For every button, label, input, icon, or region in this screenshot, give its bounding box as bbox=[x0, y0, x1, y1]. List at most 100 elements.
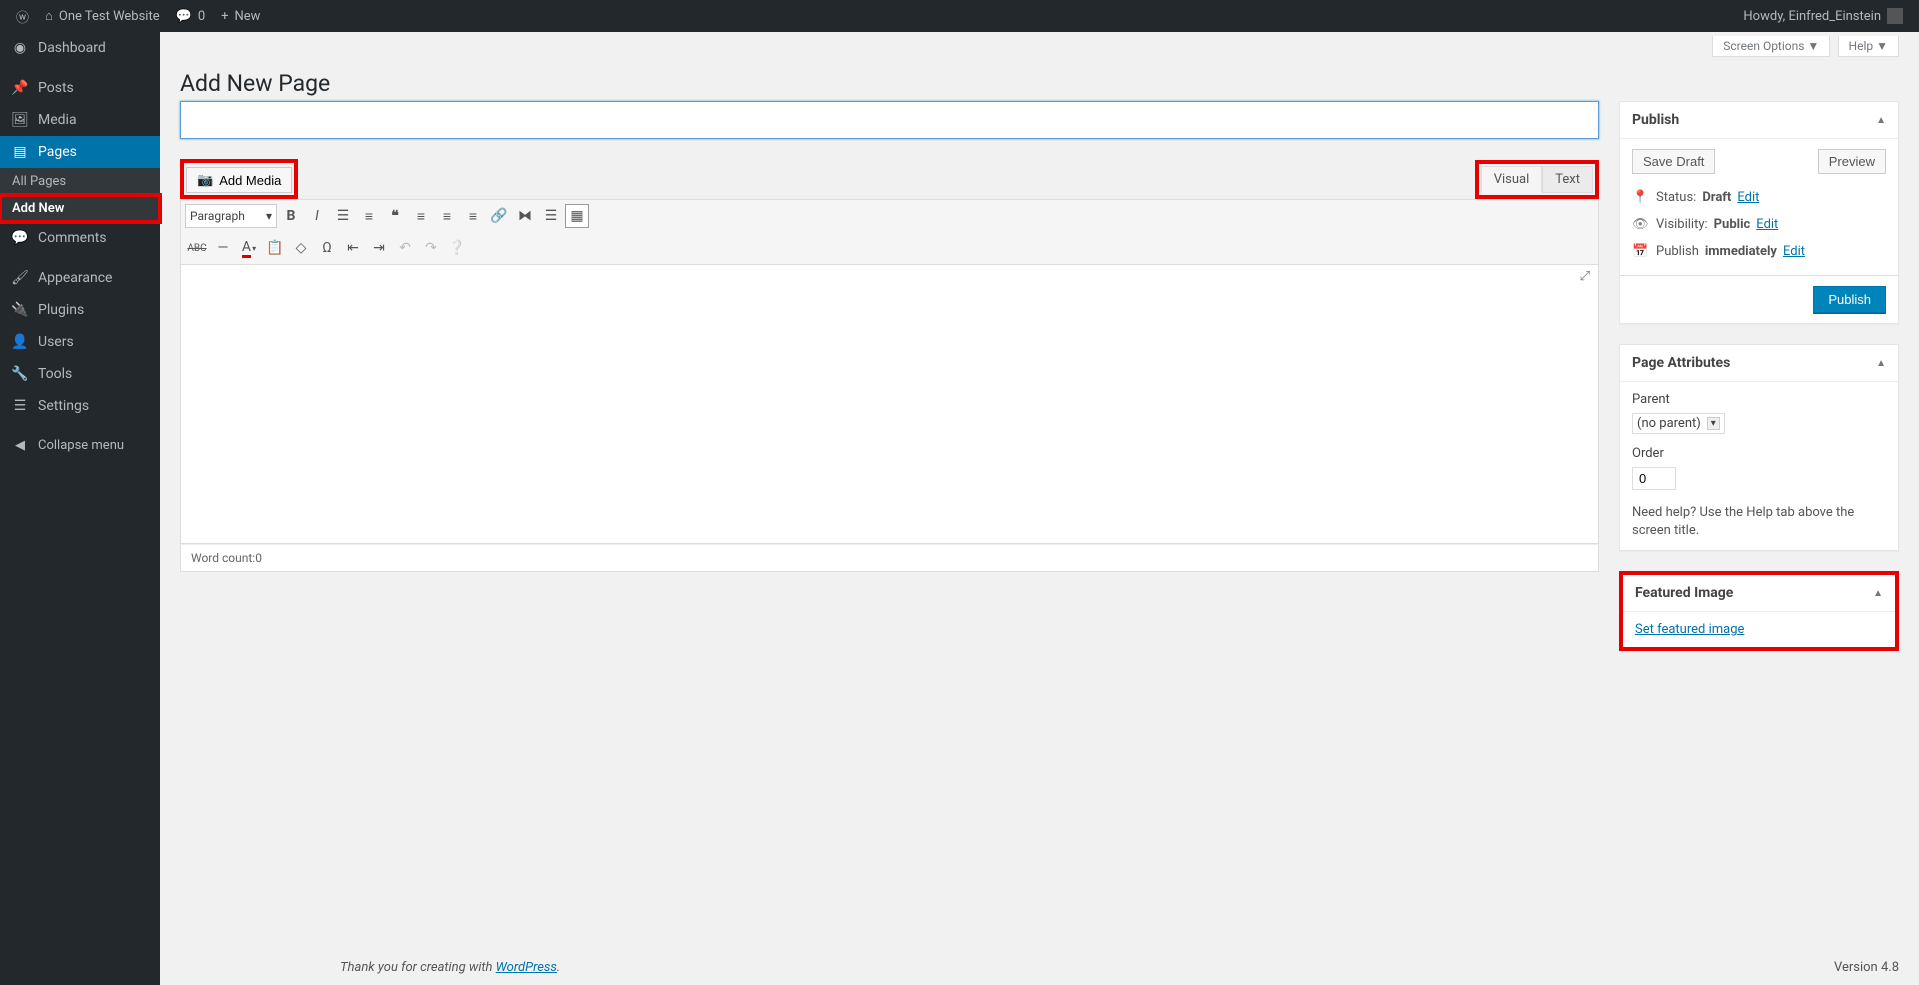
editor-toolbar-row2: ABC — A▾ 📋 ◇ Ω ⇤ ⇥ ↶ ↷ ❔ bbox=[180, 232, 1599, 264]
menu-pages[interactable]: ▤Pages bbox=[0, 136, 160, 168]
word-count-value: 0 bbox=[255, 551, 262, 565]
comments-link[interactable]: 💬0 bbox=[168, 0, 214, 32]
chevron-down-icon: ▾ bbox=[1707, 417, 1720, 430]
special-char-button[interactable]: Ω bbox=[315, 236, 339, 260]
parent-label: Parent bbox=[1632, 392, 1886, 407]
comment-icon: 💬 bbox=[10, 230, 30, 246]
fullscreen-icon[interactable]: ⤢ bbox=[1580, 269, 1590, 284]
menu-posts[interactable]: 📌Posts bbox=[0, 72, 160, 104]
wordpress-link[interactable]: WordPress bbox=[496, 960, 557, 975]
edit-date-link[interactable]: Edit bbox=[1783, 244, 1805, 259]
help-tab[interactable]: Help ▼ bbox=[1838, 36, 1899, 57]
user-icon: 👤 bbox=[10, 334, 30, 350]
collapse-menu[interactable]: ◀Collapse menu bbox=[0, 430, 160, 461]
word-count-label: Word count: bbox=[191, 551, 255, 565]
blockquote-button[interactable]: ❝ bbox=[383, 204, 407, 228]
key-icon: 📍 bbox=[1632, 190, 1650, 205]
collapse-icon: ◀ bbox=[10, 438, 30, 453]
undo-button[interactable]: ↶ bbox=[393, 236, 417, 260]
plug-icon: 🔌 bbox=[10, 302, 30, 318]
keyboard-help-button[interactable]: ❔ bbox=[445, 236, 469, 260]
menu-settings[interactable]: ☰Settings bbox=[0, 390, 160, 422]
editor-footer: Word count: 0 bbox=[180, 544, 1599, 572]
submenu-add-new[interactable]: Add New bbox=[0, 195, 160, 222]
menu-plugins[interactable]: 🔌Plugins bbox=[0, 294, 160, 326]
align-right-button[interactable]: ≡ bbox=[461, 204, 485, 228]
dashboard-icon: ◉ bbox=[10, 40, 30, 56]
paste-text-button[interactable]: 📋 bbox=[263, 236, 287, 260]
outdent-button[interactable]: ⇤ bbox=[341, 236, 365, 260]
page-title: Add New Page bbox=[180, 61, 1899, 101]
publish-postbox: Publish▲ Save Draft Preview 📍 Status: Dr… bbox=[1619, 101, 1899, 324]
menu-appearance[interactable]: 🖌Appearance bbox=[0, 262, 160, 294]
align-center-button[interactable]: ≡ bbox=[435, 204, 459, 228]
toggle-panel-icon[interactable]: ▲ bbox=[1873, 588, 1883, 599]
page-attributes-postbox: Page Attributes▲ Parent (no parent) ▾ Or… bbox=[1619, 344, 1899, 551]
bullet-list-button[interactable]: ☰ bbox=[331, 204, 355, 228]
media-icon: 🖼 bbox=[10, 112, 30, 128]
howdy-text: Howdy, Einfred_Einstein bbox=[1743, 9, 1881, 24]
page-attributes-heading: Page Attributes▲ bbox=[1620, 345, 1898, 382]
camera-icon: 📷 bbox=[197, 172, 213, 188]
menu-tools[interactable]: 🔧Tools bbox=[0, 358, 160, 390]
strikethrough-button[interactable]: ABC bbox=[185, 236, 209, 260]
editor-tab-visual[interactable]: Visual bbox=[1481, 166, 1543, 193]
align-left-button[interactable]: ≡ bbox=[409, 204, 433, 228]
publish-button[interactable]: Publish bbox=[1813, 286, 1886, 313]
link-button[interactable]: 🔗 bbox=[487, 204, 511, 228]
featured-image-postbox: Featured Image▲ Set featured image bbox=[1619, 571, 1899, 651]
parent-select[interactable]: (no parent) ▾ bbox=[1632, 413, 1725, 434]
read-more-button[interactable]: ☰ bbox=[539, 204, 563, 228]
toolbar-toggle-button[interactable]: ▦ bbox=[565, 204, 589, 228]
brush-icon: 🖌 bbox=[10, 270, 30, 286]
clear-formatting-button[interactable]: ◇ bbox=[289, 236, 313, 260]
editor-tab-text[interactable]: Text bbox=[1542, 166, 1593, 193]
eye-icon: 👁 bbox=[1632, 217, 1650, 232]
bold-button[interactable]: B bbox=[279, 204, 303, 228]
preview-button[interactable]: Preview bbox=[1818, 149, 1886, 174]
unlink-button[interactable]: ⧓ bbox=[513, 204, 537, 228]
redo-button[interactable]: ↷ bbox=[419, 236, 443, 260]
site-link[interactable]: ⌂ One Test Website bbox=[37, 0, 168, 32]
publish-date-row: 📅 Publish immediately Edit bbox=[1632, 238, 1886, 265]
order-input[interactable] bbox=[1632, 467, 1676, 490]
menu-dashboard[interactable]: ◉Dashboard bbox=[0, 32, 160, 64]
hr-button[interactable]: — bbox=[211, 236, 235, 260]
comment-icon: 💬 bbox=[176, 9, 192, 24]
pages-submenu: All Pages Add New bbox=[0, 168, 160, 222]
user-greeting[interactable]: Howdy, Einfred_Einstein bbox=[1735, 0, 1911, 32]
home-icon: ⌂ bbox=[45, 8, 53, 24]
page-attr-help: Need help? Use the Help tab above the sc… bbox=[1632, 504, 1886, 540]
number-list-button[interactable]: ≡ bbox=[357, 204, 381, 228]
edit-status-link[interactable]: Edit bbox=[1737, 190, 1759, 205]
format-select[interactable]: Paragraph▾ bbox=[185, 204, 277, 228]
site-name: One Test Website bbox=[59, 9, 160, 24]
edit-visibility-link[interactable]: Edit bbox=[1756, 217, 1778, 232]
wp-logo[interactable]: ⓦ bbox=[8, 0, 37, 32]
order-label: Order bbox=[1632, 446, 1886, 461]
main-content: Screen Options ▼ Help ▼ Add New Page 📷Ad… bbox=[160, 32, 1919, 985]
admin-bar: ⓦ ⌂ One Test Website 💬0 +New Howdy, Einfr… bbox=[0, 0, 1919, 32]
chevron-down-icon: ▾ bbox=[266, 209, 272, 223]
new-content[interactable]: +New bbox=[213, 0, 268, 32]
add-media-button[interactable]: 📷Add Media bbox=[186, 167, 292, 193]
toggle-panel-icon[interactable]: ▲ bbox=[1876, 358, 1886, 369]
text-color-button[interactable]: A▾ bbox=[237, 236, 261, 260]
screen-options-tab[interactable]: Screen Options ▼ bbox=[1712, 36, 1830, 57]
menu-comments[interactable]: 💬Comments bbox=[0, 222, 160, 254]
publish-heading: Publish▲ bbox=[1620, 102, 1898, 139]
version-text: Version 4.8 bbox=[1834, 960, 1899, 975]
toggle-panel-icon[interactable]: ▲ bbox=[1876, 115, 1886, 126]
featured-image-heading: Featured Image▲ bbox=[1623, 575, 1895, 612]
menu-media[interactable]: 🖼Media bbox=[0, 104, 160, 136]
save-draft-button[interactable]: Save Draft bbox=[1632, 149, 1715, 174]
screen-meta-links: Screen Options ▼ Help ▼ bbox=[180, 32, 1899, 61]
editor-content-area[interactable]: ⤢ bbox=[180, 264, 1599, 544]
menu-users[interactable]: 👤Users bbox=[0, 326, 160, 358]
set-featured-image-link[interactable]: Set featured image bbox=[1635, 622, 1744, 637]
wrench-icon: 🔧 bbox=[10, 366, 30, 382]
post-title-input[interactable] bbox=[180, 101, 1599, 139]
indent-button[interactable]: ⇥ bbox=[367, 236, 391, 260]
italic-button[interactable]: I bbox=[305, 204, 329, 228]
submenu-all-pages[interactable]: All Pages bbox=[0, 168, 160, 195]
